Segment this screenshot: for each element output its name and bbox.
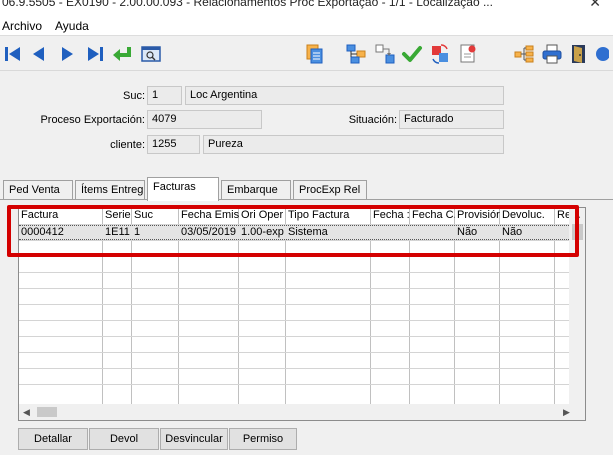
title-bar: 06.9.5505 - EX0190 - 2.00.00.093 - Relac… — [0, 0, 613, 12]
column-header-devoluc[interactable]: Devoluc. — [500, 209, 555, 224]
refresh-icon[interactable] — [428, 42, 452, 66]
tree-view-icon[interactable] — [512, 42, 536, 66]
grid-row-line — [19, 256, 571, 257]
cell-factura: 0000412 — [21, 226, 64, 238]
tab-items-entreg[interactable]: Ítems Entreg — [75, 180, 145, 200]
suc-label: Suc: — [122, 90, 145, 102]
window-close-icon[interactable]: ✕ — [589, 0, 601, 11]
proceso-field[interactable]: 4079 — [147, 110, 262, 129]
menu-ayuda[interactable]: Ayuda — [55, 19, 89, 33]
grid-row-line — [19, 352, 571, 353]
column-header-tipo-factura[interactable]: Tipo Factura — [286, 209, 371, 224]
detallar-button[interactable]: Detallar — [18, 428, 88, 450]
copy-documents-icon[interactable] — [303, 42, 327, 66]
tab-strip: Ped Venta Ítems Entreg Facturas Embarque… — [0, 176, 613, 201]
cell-tipo-factura: Sistema — [288, 226, 328, 238]
situacion-field[interactable]: Facturado — [399, 110, 504, 129]
vertical-scroll-thumb[interactable] — [572, 224, 583, 240]
previous-record-icon[interactable] — [27, 42, 51, 66]
suc-code-field[interactable]: 1 — [147, 86, 182, 105]
cell-fecha — [371, 226, 410, 240]
tab-ped-venta[interactable]: Ped Venta — [3, 180, 73, 200]
menu-bar: Archivo Ayuda — [0, 12, 613, 36]
desvincular-button[interactable]: Desvincular — [160, 428, 228, 450]
cell-ori-oper: 1.00-exp — [241, 226, 284, 238]
grid-row-line — [19, 288, 571, 289]
facturas-grid[interactable]: Factura Serie Suc Fecha Emis Ori Oper Ti… — [18, 207, 586, 421]
grid-row-line — [19, 336, 571, 337]
permiso-button[interactable]: Permiso — [229, 428, 297, 450]
confirm-check-icon[interactable] — [400, 42, 424, 66]
document-edit-icon[interactable] — [456, 42, 480, 66]
last-record-icon[interactable] — [83, 42, 107, 66]
grid-row-line — [19, 368, 571, 369]
suc-name-field[interactable]: Loc Argentina — [185, 86, 504, 105]
cell-provision: Não — [457, 226, 478, 238]
cell-fecha-emis: 03/05/2019 — [181, 226, 237, 238]
menu-archivo[interactable]: Archivo — [2, 19, 42, 33]
window-title: 06.9.5505 - EX0190 - 2.00.00.093 - Relac… — [2, 0, 493, 9]
scroll-up-icon[interactable]: ▲ — [573, 210, 582, 220]
cell-suc: 1 — [134, 226, 141, 238]
grid-row-line — [19, 384, 571, 385]
tab-embarque[interactable]: Embarque — [221, 180, 291, 200]
goto-icon[interactable] — [110, 42, 134, 66]
tab-facturas[interactable]: Facturas — [147, 177, 219, 201]
scroll-right-icon[interactable]: ▶ — [563, 407, 570, 418]
help-icon[interactable] — [592, 42, 610, 66]
exit-door-icon[interactable] — [567, 42, 591, 66]
column-header-fecha-emis[interactable]: Fecha Emis — [179, 209, 239, 224]
grid-row-line — [19, 272, 571, 273]
cliente-name-field[interactable]: Pureza — [203, 135, 504, 154]
cell-fecha-c — [410, 226, 455, 240]
next-record-icon[interactable] — [55, 42, 79, 66]
column-header-fecha-c[interactable]: Fecha C. — [410, 209, 455, 224]
grid-row-line — [19, 320, 571, 321]
cell-devoluc: Não — [502, 226, 523, 238]
hierarchy-icon[interactable] — [344, 42, 368, 66]
relations-icon[interactable] — [373, 42, 397, 66]
cell-serie: 1E11 — [105, 226, 130, 238]
process-header: Suc: 1 Loc Argentina Proceso Exportación… — [0, 76, 613, 162]
grid-row-line — [19, 304, 571, 305]
proceso-label: Proceso Exportación: — [40, 114, 145, 126]
grid-row-line — [19, 240, 571, 241]
column-header-provision[interactable]: Provisiór — [455, 209, 500, 224]
scroll-left-icon[interactable]: ◀ — [23, 407, 30, 418]
devol-button[interactable]: Devol — [89, 428, 159, 450]
first-record-icon[interactable] — [1, 42, 25, 66]
horizontal-scroll-thumb[interactable] — [37, 407, 57, 417]
column-header-suc[interactable]: Suc — [132, 209, 179, 224]
column-header-fecha[interactable]: Fecha : — [371, 209, 410, 224]
horizontal-scrollbar[interactable]: ◀ ▶ — [19, 404, 585, 420]
search-window-icon[interactable] — [139, 42, 163, 66]
column-header-serie[interactable]: Serie — [103, 209, 132, 224]
column-header-factura[interactable]: Factura — [19, 209, 103, 224]
situacion-label: Situación: — [348, 114, 397, 126]
toolbar — [0, 37, 613, 71]
tab-procexp-rel[interactable]: ProcExp Rel — [293, 180, 367, 200]
cliente-label: cliente: — [110, 139, 145, 151]
vertical-scrollbar[interactable]: ▲ — [569, 208, 585, 404]
column-header-ori-oper[interactable]: Ori Oper — [239, 209, 286, 224]
print-icon[interactable] — [540, 42, 564, 66]
cliente-code-field[interactable]: 1255 — [147, 135, 200, 154]
